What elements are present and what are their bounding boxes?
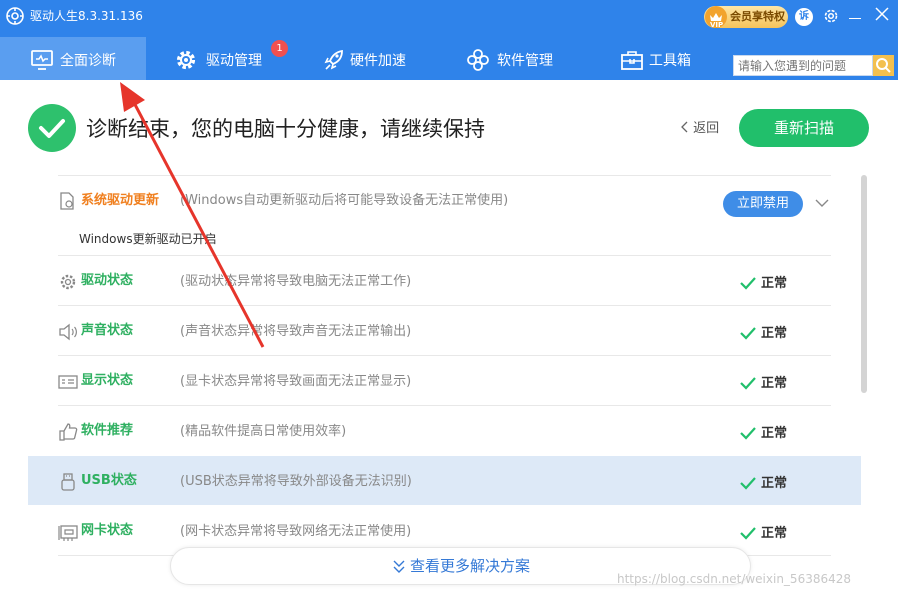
status-ok: 正常	[740, 425, 800, 443]
page-title: 诊断结束，您的电脑十分健康，请继续保持	[86, 117, 485, 141]
row-label: 显示状态	[81, 373, 134, 388]
chevron-down-icon[interactable]	[815, 198, 829, 208]
complaint-button[interactable]: 诉	[795, 8, 813, 26]
vip-mini-label: VIP	[710, 21, 724, 29]
title-bar: 驱动人生8.3.31.136 VIP 会员享特权 诉 全面诊断 驱动管理 1 硬…	[0, 0, 898, 80]
network-card-icon	[58, 525, 78, 541]
driver-update-badge: 1	[271, 40, 288, 57]
gear-icon	[176, 50, 196, 70]
divider	[58, 305, 831, 306]
back-link[interactable]: 返回	[681, 119, 719, 139]
row-label: 声音状态	[81, 323, 134, 338]
app-logo-icon	[6, 7, 24, 25]
row-label: 软件推荐	[81, 423, 134, 438]
tab-label: 全面诊断	[60, 53, 116, 69]
search-button[interactable]	[873, 55, 894, 76]
system-update-label: 系统驱动更新	[81, 193, 160, 208]
tab-label: 驱动管理	[206, 53, 262, 69]
tab-label: 软件管理	[497, 53, 553, 69]
minimize-button[interactable]	[849, 18, 861, 19]
toolbox-icon	[621, 51, 643, 70]
tab-label: 硬件加速	[350, 53, 406, 69]
disable-now-button[interactable]: 立即禁用	[723, 191, 803, 217]
check-icon	[740, 377, 756, 390]
row-label: USB状态	[81, 473, 137, 488]
thumbs-up-icon	[59, 423, 78, 441]
row-label: 驱动状态	[81, 273, 134, 288]
search-input[interactable]	[733, 55, 873, 76]
status-label: 正常	[761, 376, 788, 391]
status-ok: 正常	[740, 275, 800, 293]
check-icon	[740, 527, 756, 540]
chevron-left-icon	[681, 121, 688, 133]
row-desc: (USB状态异常将导致外部设备无法识别)	[180, 474, 412, 489]
divider	[58, 405, 831, 406]
row-desc: (精品软件提高日常使用效率)	[180, 424, 347, 439]
scrollbar[interactable]	[861, 175, 867, 393]
app-title: 驱动人生8.3.31.136	[30, 9, 143, 23]
divider	[58, 255, 831, 256]
check-icon	[740, 477, 756, 490]
status-label: 正常	[761, 476, 788, 491]
tab-hardware-acceleration[interactable]: 硬件加速	[300, 37, 440, 80]
check-icon	[740, 327, 756, 340]
tab-toolbox[interactable]: 工具箱	[610, 37, 720, 80]
flower-icon	[467, 49, 489, 71]
vip-label: 会员享特权	[730, 10, 785, 23]
status-label: 正常	[761, 426, 788, 441]
status-ok: 正常	[740, 375, 800, 393]
diagnosis-list: 系统驱动更新 (Windows自动更新驱动后将可能导致设备无法正常使用) 立即禁…	[0, 0, 898, 598]
check-icon	[740, 277, 756, 290]
tab-software-management[interactable]: 软件管理	[450, 37, 590, 80]
tab-full-diagnosis[interactable]: 全面诊断	[0, 37, 146, 80]
close-icon[interactable]	[875, 7, 889, 21]
tab-label: 工具箱	[649, 53, 691, 69]
settings-gear-icon[interactable]	[822, 7, 840, 25]
gear-icon	[60, 274, 76, 290]
row-desc: (网卡状态异常将导致网络无法正常使用)	[180, 524, 412, 539]
divider	[58, 355, 831, 356]
row-desc: (声音状态异常将导致声音无法正常输出)	[180, 324, 412, 339]
status-label: 正常	[761, 326, 788, 341]
usb-icon	[61, 473, 75, 491]
check-icon	[740, 427, 756, 440]
rescan-button[interactable]: 重新扫描	[739, 109, 869, 147]
row-highlight	[28, 456, 861, 505]
row-desc: (驱动状态异常将导致电脑无法正常工作)	[180, 274, 412, 289]
watermark: https://blog.csdn.net/weixin_56386428	[617, 572, 852, 586]
more-solutions-label: 查看更多解决方案	[410, 557, 531, 575]
document-gear-icon	[60, 192, 74, 210]
monitor-icon	[31, 50, 53, 70]
search-icon	[876, 58, 891, 73]
system-update-desc: (Windows自动更新驱动后将可能导致设备无法正常使用)	[180, 193, 509, 208]
vip-banner[interactable]: VIP 会员享特权	[704, 6, 788, 29]
divider	[58, 175, 831, 176]
display-card-icon	[58, 375, 78, 389]
row-label: 网卡状态	[81, 523, 134, 538]
rocket-icon	[324, 49, 343, 70]
status-ok: 正常	[740, 475, 800, 493]
back-label: 返回	[693, 121, 720, 136]
system-update-status: Windows更新驱动已开启	[79, 232, 217, 246]
status-ok: 正常	[740, 525, 800, 543]
annotation-arrow	[120, 82, 265, 348]
double-chevron-down-icon	[393, 560, 405, 573]
status-ok: 正常	[740, 325, 800, 343]
row-desc: (显卡状态异常将导致画面无法正常显示)	[180, 374, 412, 389]
tab-driver-management[interactable]: 驱动管理	[146, 37, 286, 80]
success-check-icon	[28, 104, 76, 152]
speaker-icon	[59, 323, 77, 341]
status-label: 正常	[761, 526, 788, 541]
status-label: 正常	[761, 276, 788, 291]
